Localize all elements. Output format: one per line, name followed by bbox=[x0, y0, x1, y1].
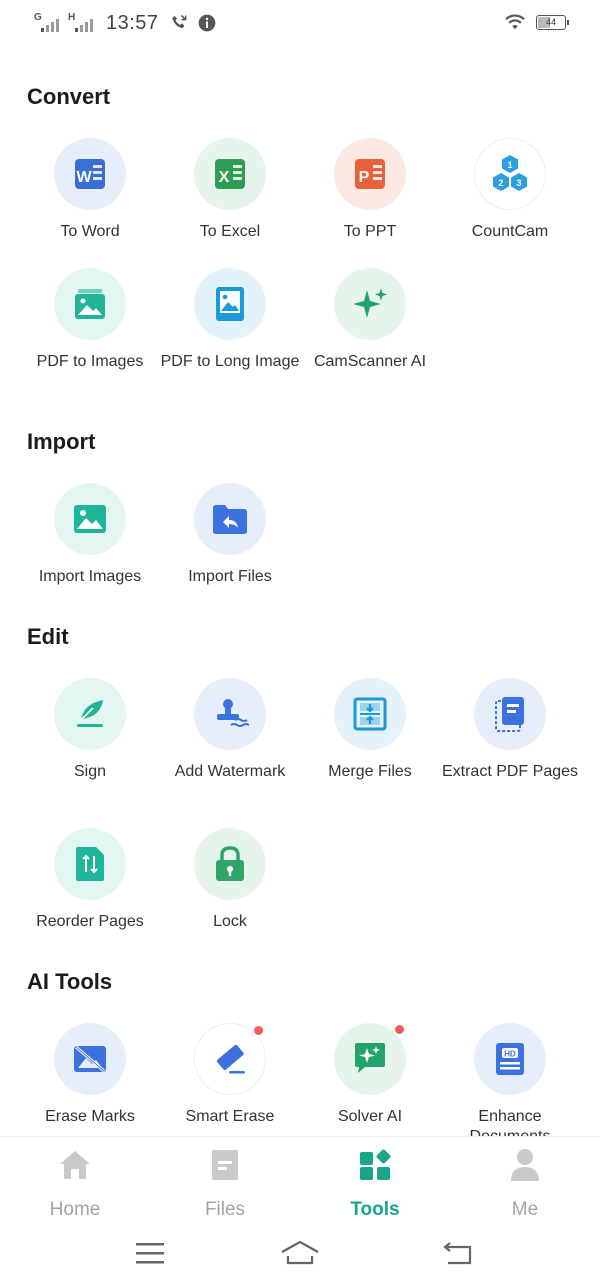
extract-pages-icon bbox=[474, 678, 546, 750]
tool-countcam[interactable]: 1 2 3 CountCam bbox=[440, 138, 580, 242]
tool-pdf-to-long-image[interactable]: PDF to Long Image bbox=[160, 268, 300, 372]
tool-label: Erase Marks bbox=[45, 1108, 135, 1125]
svg-text:P: P bbox=[359, 169, 370, 186]
menu-icon[interactable] bbox=[130, 1236, 170, 1270]
system-navigation-bar bbox=[0, 1224, 600, 1287]
person-icon bbox=[450, 1145, 600, 1185]
tool-label: Add Watermark bbox=[174, 763, 286, 780]
nav-label: Me bbox=[511, 1199, 539, 1220]
home-icon bbox=[0, 1145, 150, 1185]
svg-text:W: W bbox=[76, 169, 92, 186]
tool-label: Solver AI bbox=[337, 1108, 403, 1125]
section-title-convert: Convert bbox=[27, 84, 111, 109]
tool-label: Sign bbox=[73, 763, 107, 780]
notification-badge bbox=[252, 1024, 265, 1037]
nav-label: Home bbox=[49, 1199, 101, 1220]
tool-label: To Word bbox=[60, 223, 120, 240]
tool-label: Smart Erase bbox=[185, 1108, 275, 1125]
svg-text:3: 3 bbox=[516, 178, 521, 188]
eraser-icon bbox=[194, 1023, 266, 1095]
nav-files[interactable]: Files bbox=[150, 1145, 300, 1221]
nav-home[interactable]: Home bbox=[0, 1145, 150, 1221]
word-icon: W bbox=[54, 138, 126, 210]
notification-badge bbox=[393, 1023, 406, 1036]
tool-label: CountCam bbox=[471, 223, 549, 240]
bottom-navigation: Home Files Tools Me bbox=[0, 1136, 600, 1224]
section-title-edit: Edit bbox=[27, 624, 69, 649]
countcam-icon: 1 2 3 bbox=[474, 138, 546, 210]
tool-import-files[interactable]: Import Files bbox=[160, 483, 300, 587]
tool-label: Import Images bbox=[38, 568, 142, 585]
watermark-icon bbox=[194, 678, 266, 750]
tool-label: Enhance Documents bbox=[470, 1108, 551, 1136]
tool-label: CamScanner AI bbox=[313, 353, 427, 370]
tool-sign[interactable]: Sign bbox=[20, 678, 160, 782]
tool-label: To Excel bbox=[199, 223, 261, 240]
reorder-icon bbox=[54, 828, 126, 900]
folder-import-icon bbox=[194, 483, 266, 555]
clock: 13:57 bbox=[106, 11, 159, 34]
tool-import-images[interactable]: Import Images bbox=[20, 483, 160, 587]
svg-text:2: 2 bbox=[498, 178, 503, 188]
nav-label: Tools bbox=[350, 1199, 400, 1220]
image-icon bbox=[54, 483, 126, 555]
lock-icon bbox=[194, 828, 266, 900]
signature-icon bbox=[54, 678, 126, 750]
tool-camscanner-ai[interactable]: CamScanner AI bbox=[300, 268, 440, 372]
pdf-to-images-icon bbox=[54, 268, 126, 340]
tool-add-watermark[interactable]: Add Watermark bbox=[160, 678, 300, 782]
svg-text:1: 1 bbox=[507, 160, 512, 170]
section-title-ai-tools: AI Tools bbox=[27, 969, 113, 994]
tool-erase-marks[interactable]: Erase Marks bbox=[20, 1023, 160, 1127]
tool-lock[interactable]: Lock bbox=[160, 828, 300, 932]
tool-label: Lock bbox=[213, 913, 247, 930]
svg-text:HD: HD bbox=[504, 1050, 516, 1059]
tool-label: Merge Files bbox=[328, 763, 412, 780]
tool-merge-files[interactable]: Merge Files bbox=[300, 678, 440, 782]
signal-icon: G bbox=[34, 12, 62, 34]
ppt-icon: P bbox=[334, 138, 406, 210]
tool-label: Import Files bbox=[188, 568, 272, 585]
nav-me[interactable]: Me bbox=[450, 1145, 600, 1221]
tool-smart-erase[interactable]: Smart Erase bbox=[160, 1023, 300, 1127]
tool-label: To PPT bbox=[343, 223, 397, 240]
tool-to-ppt[interactable]: P To PPT bbox=[300, 138, 440, 242]
files-icon bbox=[150, 1145, 300, 1185]
tool-to-word[interactable]: W To Word bbox=[20, 138, 160, 242]
excel-icon: X bbox=[194, 138, 266, 210]
tool-enhance-documents[interactable]: HD Enhance Documents bbox=[440, 1023, 580, 1136]
hd-icon: HD bbox=[474, 1023, 546, 1095]
tool-label: PDF to Images bbox=[36, 353, 144, 370]
tool-extract-pdf-pages[interactable]: Extract PDF Pages bbox=[440, 678, 580, 782]
tool-label: Reorder Pages bbox=[36, 913, 144, 930]
erase-marks-icon bbox=[54, 1023, 126, 1095]
solver-ai-icon bbox=[334, 1023, 406, 1095]
svg-text:X: X bbox=[219, 169, 230, 186]
nav-label: Files bbox=[204, 1199, 246, 1220]
pdf-to-long-image-icon bbox=[194, 268, 266, 340]
info-icon bbox=[198, 14, 215, 32]
tools-content[interactable]: Convert W To Word X To Excel P To PPT 1 … bbox=[0, 46, 600, 1136]
signal-icon: H bbox=[68, 12, 96, 34]
call-icon bbox=[171, 14, 186, 28]
wifi-icon bbox=[505, 14, 525, 30]
tool-to-excel[interactable]: X To Excel bbox=[160, 138, 300, 242]
nav-tools[interactable]: Tools bbox=[300, 1145, 450, 1221]
home-button-icon[interactable] bbox=[280, 1236, 320, 1270]
battery-level: 44 bbox=[545, 16, 556, 27]
tool-solver-ai[interactable]: Solver AI bbox=[300, 1023, 440, 1127]
tool-label: PDF to Long Image bbox=[160, 353, 300, 370]
tool-reorder-pages[interactable]: Reorder Pages bbox=[20, 828, 160, 932]
tool-label: Extract PDF Pages bbox=[441, 763, 579, 780]
section-title-import: Import bbox=[27, 429, 96, 454]
back-icon[interactable] bbox=[438, 1236, 478, 1270]
sparkle-icon bbox=[334, 268, 406, 340]
tool-pdf-to-images[interactable]: PDF to Images bbox=[20, 268, 160, 372]
merge-icon bbox=[334, 678, 406, 750]
battery-icon: 44 bbox=[536, 14, 569, 30]
status-bar: G H 13:57 44 bbox=[0, 0, 600, 46]
tools-icon bbox=[300, 1145, 450, 1185]
